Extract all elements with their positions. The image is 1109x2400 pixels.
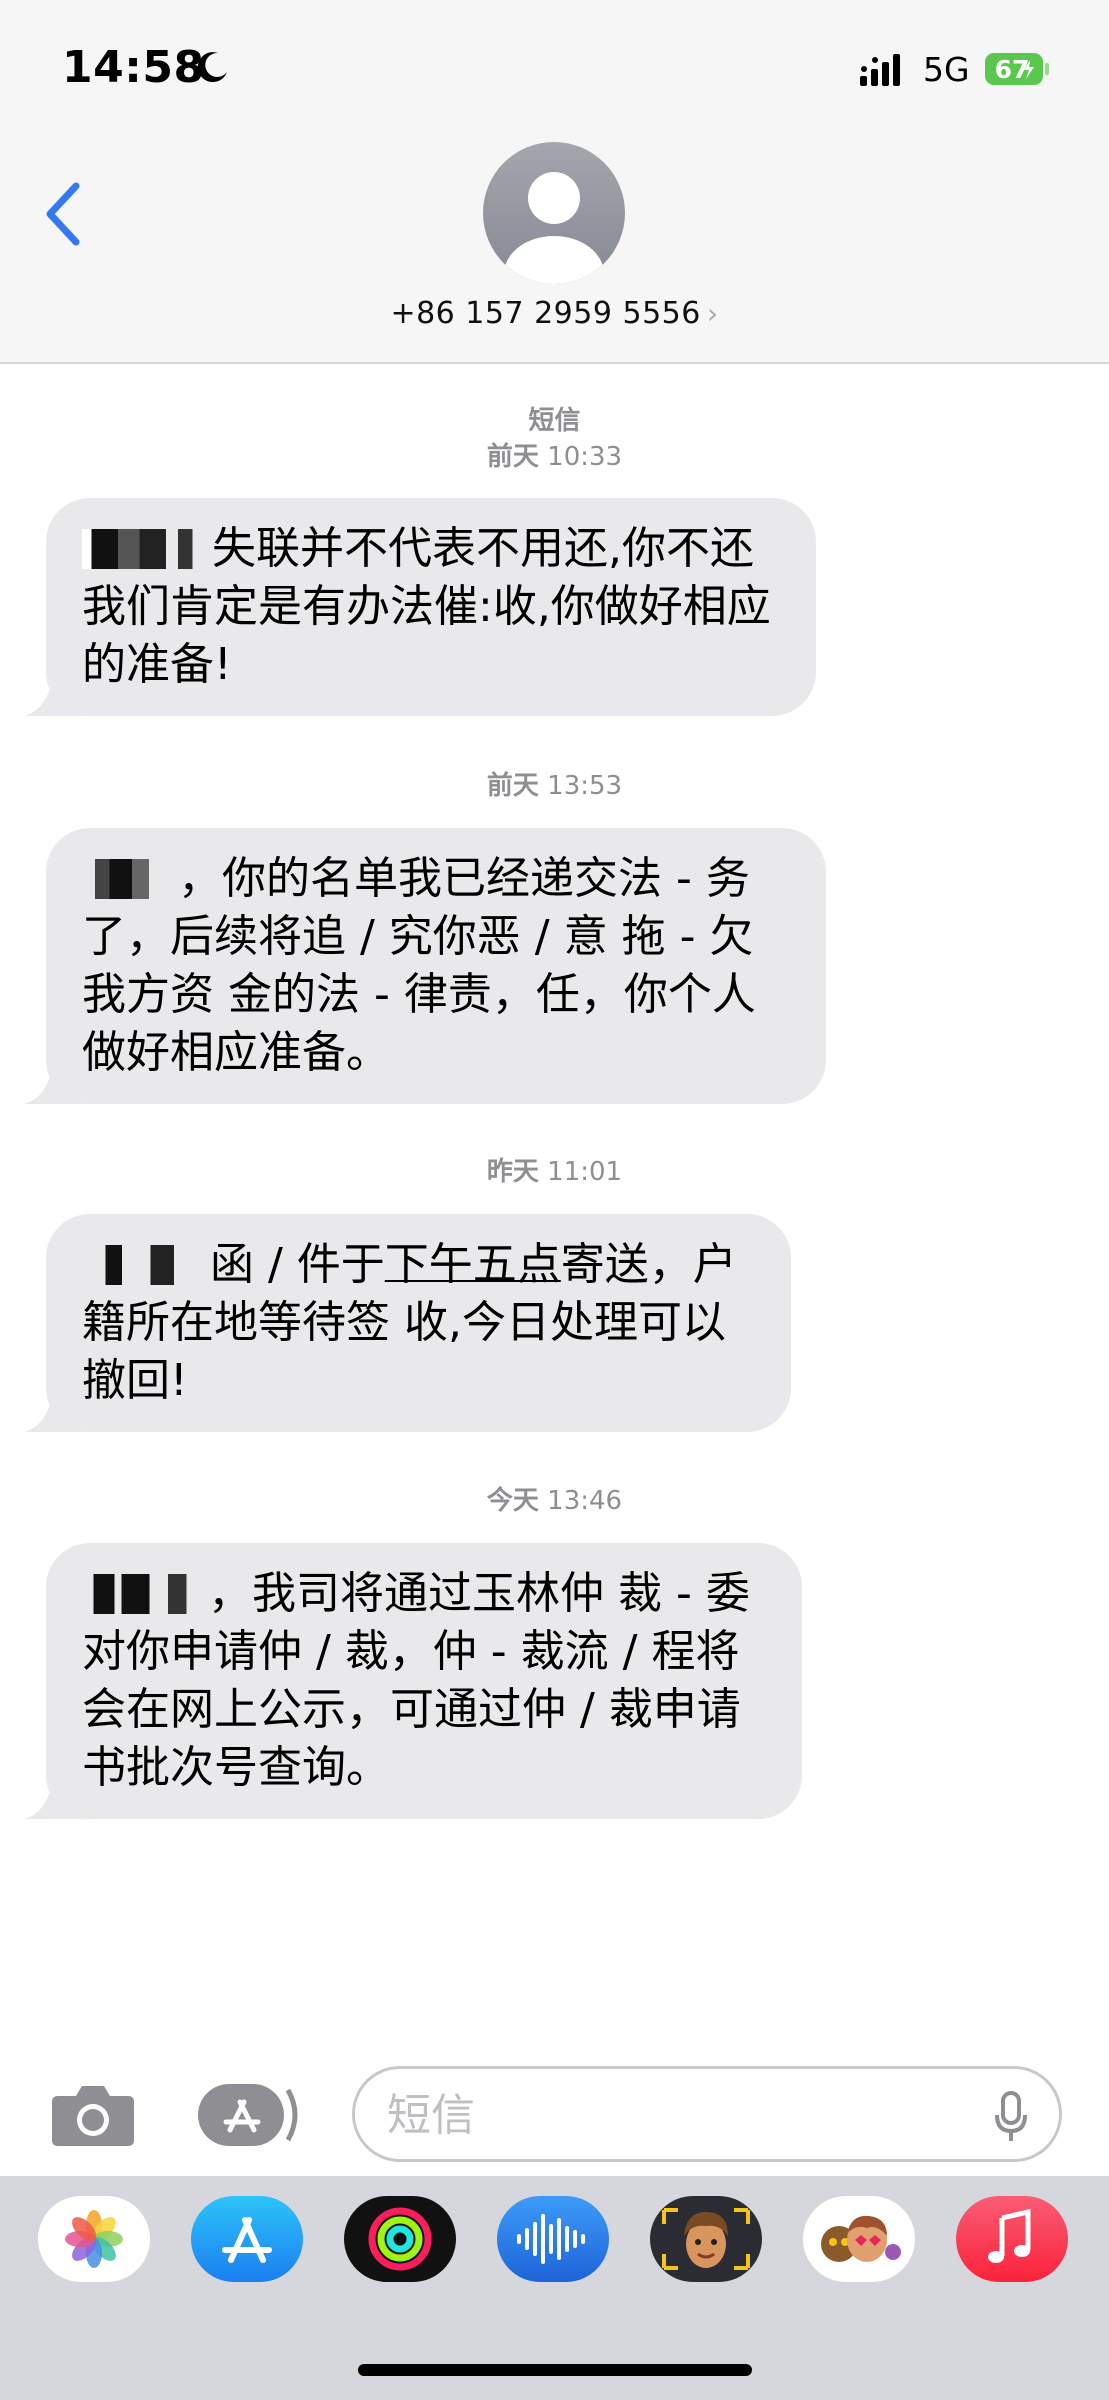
bubble-tail xyxy=(24,1388,84,1432)
bubble-tail xyxy=(24,672,84,716)
chevron-left-icon[interactable] xyxy=(40,178,90,250)
message-text-part: 函 / 件于 xyxy=(210,1239,385,1290)
timestamp-time: 13:46 xyxy=(547,1486,623,1516)
timestamp-time: 10:33 xyxy=(547,442,623,472)
timestamp-time: 13:53 xyxy=(547,771,623,801)
animoji-stickers-app-icon[interactable] xyxy=(803,2196,915,2282)
timestamp: 前天 13:53 xyxy=(0,765,1109,802)
camera-icon[interactable] xyxy=(50,2082,136,2148)
timestamp: 今天 13:46 xyxy=(0,1480,1109,1517)
contact-number: +86 157 2959 5556 xyxy=(390,296,701,331)
microphone-icon[interactable] xyxy=(993,2091,1029,2143)
fitness-app-icon[interactable] xyxy=(344,2196,456,2282)
moon-icon xyxy=(197,52,227,83)
app-store-icon[interactable] xyxy=(196,2080,304,2150)
redacted-name xyxy=(82,529,202,569)
bubble-tail xyxy=(24,1775,84,1819)
audio-messages-app-icon[interactable] xyxy=(497,2196,609,2282)
bubble-tail xyxy=(24,1060,84,1104)
signal-icon xyxy=(860,54,900,86)
timestamp-time: 11:01 xyxy=(547,1157,623,1187)
message-bubble[interactable]: ，你的名单我已经递交法 - 务了，后续将追 / 究你恶 / 意 拖 - 欠我方资… xyxy=(24,828,826,1104)
app-store-app-icon[interactable] xyxy=(191,2196,303,2282)
timestamp: 昨天 11:01 xyxy=(0,1151,1109,1188)
battery-level: 67 xyxy=(994,55,1030,84)
contact-name[interactable]: +86 157 2959 5556 › xyxy=(0,296,1109,331)
memoji-app-icon[interactable] xyxy=(650,2196,762,2282)
redacted-name xyxy=(82,859,168,899)
message-bubble[interactable]: 函 / 件于下午五点寄送，户 籍所在地等待签 收,今日处理可以撤回! xyxy=(24,1214,791,1432)
redacted-name xyxy=(82,1245,200,1285)
network-type: 5G xyxy=(923,50,970,89)
home-indicator[interactable] xyxy=(358,2364,752,2376)
timestamp-day: 昨天 xyxy=(486,1157,539,1187)
message-bubble[interactable]: 失联并不代表不用还,你不还我们肯定是有办法催:收,你做好相应的准备! xyxy=(24,498,816,716)
photos-app-icon[interactable] xyxy=(38,2196,150,2282)
date-link[interactable]: 下午五点 xyxy=(385,1239,561,1290)
message-input-container[interactable] xyxy=(352,2066,1062,2162)
chevron-right-icon: › xyxy=(706,297,719,330)
conversation-header: 14:58 5G 67 +86 157 2959 5556 › xyxy=(0,0,1109,364)
timestamp: 前天 10:33 xyxy=(0,436,1109,473)
service-label: 短信 xyxy=(528,406,581,436)
message-input[interactable] xyxy=(385,2083,949,2147)
timestamp-day: 前天 xyxy=(486,771,539,801)
message-bubble[interactable]: ，我司将通过玉林仲 裁 - 委对你申请仲 / 裁，仲 - 裁流 / 程将会在网上… xyxy=(24,1543,802,1819)
status-time: 14:58 xyxy=(62,42,205,93)
timestamp-day: 前天 xyxy=(486,442,539,472)
timestamp-day: 今天 xyxy=(486,1486,539,1516)
contact-avatar[interactable] xyxy=(483,142,625,284)
message-text: ，你的名单我已经递交法 - 务了，后续将追 / 究你恶 / 意 拖 - 欠我方资… xyxy=(82,853,756,1078)
music-app-icon[interactable] xyxy=(956,2196,1068,2282)
redacted-name xyxy=(82,1574,198,1614)
